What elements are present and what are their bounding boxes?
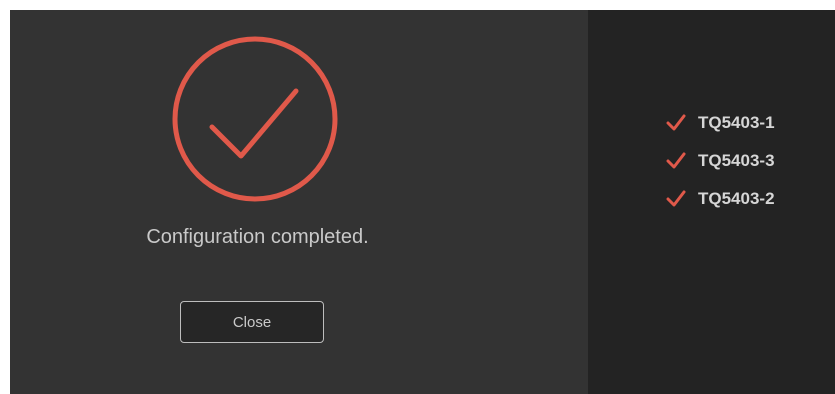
device-list-item: TQ5403-1 (666, 104, 775, 142)
configuration-dialog: Configuration completed. Close TQ5403-1 … (10, 10, 835, 394)
checkmark-icon (666, 114, 686, 131)
device-name: TQ5403-2 (698, 189, 775, 208)
close-button[interactable]: Close (180, 301, 324, 343)
device-list: TQ5403-1 TQ5403-3 TQ5403-2 (666, 104, 775, 218)
checkmark-icon (666, 152, 686, 169)
device-name: TQ5403-1 (698, 113, 775, 132)
device-panel: TQ5403-1 TQ5403-3 TQ5403-2 (588, 10, 835, 394)
status-message: Configuration completed. (146, 226, 369, 248)
result-panel: Configuration completed. Close (10, 10, 588, 394)
check-circle-icon (172, 36, 338, 202)
device-list-item: TQ5403-2 (666, 180, 775, 218)
checkmark-icon (666, 190, 686, 207)
device-name: TQ5403-3 (698, 151, 775, 170)
device-list-item: TQ5403-3 (666, 142, 775, 180)
